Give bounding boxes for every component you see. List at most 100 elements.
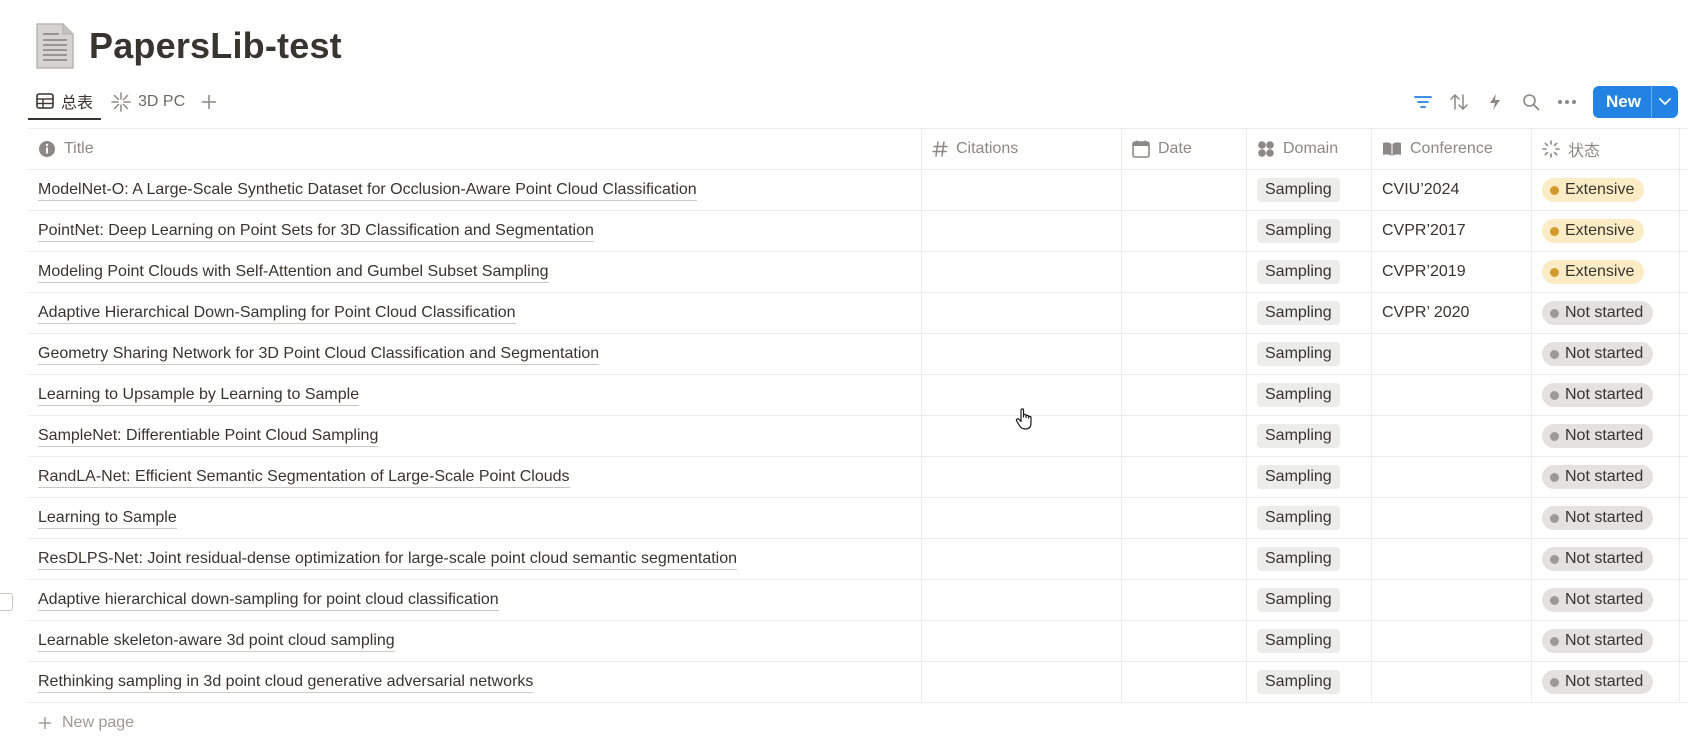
domain-cell[interactable]: Sampling — [1247, 170, 1372, 210]
title-cell[interactable]: Rethinking sampling in 3d point cloud ge… — [28, 662, 922, 702]
date-cell[interactable] — [1122, 539, 1247, 579]
table-row[interactable]: Learning to Upsample by Learning to Samp… — [28, 375, 1688, 416]
domain-cell[interactable]: Sampling — [1247, 293, 1372, 333]
paper-title-link[interactable]: Modeling Point Clouds with Self-Attentio… — [38, 262, 549, 283]
conference-cell[interactable] — [1372, 580, 1532, 620]
column-header-title[interactable]: Title — [28, 129, 922, 169]
date-cell[interactable] — [1122, 293, 1247, 333]
domain-cell[interactable]: Sampling — [1247, 498, 1372, 538]
more-options-button[interactable] — [1549, 86, 1585, 118]
paper-title-link[interactable]: Adaptive hierarchical down-sampling for … — [38, 590, 499, 611]
automation-button[interactable] — [1477, 86, 1513, 118]
date-cell[interactable] — [1122, 457, 1247, 497]
citations-cell[interactable] — [922, 662, 1122, 702]
conference-cell[interactable]: CVPR’ 2020 — [1372, 293, 1532, 333]
domain-cell[interactable]: Sampling — [1247, 375, 1372, 415]
domain-cell[interactable]: Sampling — [1247, 662, 1372, 702]
table-row[interactable]: Modeling Point Clouds with Self-Attentio… — [28, 252, 1688, 293]
table-row[interactable]: Adaptive hierarchical down-sampling for … — [28, 580, 1688, 621]
title-cell[interactable]: Adaptive Hierarchical Down-Sampling for … — [28, 293, 922, 333]
status-cell[interactable]: Not started — [1532, 416, 1680, 456]
row-select-checkbox[interactable] — [0, 593, 13, 611]
status-cell[interactable]: Not started — [1532, 375, 1680, 415]
paper-title-link[interactable]: RandLA-Net: Efficient Semantic Segmentat… — [38, 467, 570, 488]
date-cell[interactable] — [1122, 334, 1247, 374]
table-row[interactable]: Learning to Sample Sampling Not started — [28, 498, 1688, 539]
title-cell[interactable]: ResDLPS-Net: Joint residual-dense optimi… — [28, 539, 922, 579]
citations-cell[interactable] — [922, 170, 1122, 210]
conference-cell[interactable]: CVPR’2017 — [1372, 211, 1532, 251]
table-row[interactable]: RandLA-Net: Efficient Semantic Segmentat… — [28, 457, 1688, 498]
add-view-button[interactable] — [195, 84, 223, 120]
domain-cell[interactable]: Sampling — [1247, 416, 1372, 456]
paper-title-link[interactable]: SampleNet: Differentiable Point Cloud Sa… — [38, 426, 379, 447]
conference-cell[interactable]: CVIU’2024 — [1372, 170, 1532, 210]
conference-cell[interactable] — [1372, 457, 1532, 497]
paper-title-link[interactable]: ModelNet-O: A Large-Scale Synthetic Data… — [38, 180, 697, 201]
table-row[interactable]: ResDLPS-Net: Joint residual-dense optimi… — [28, 539, 1688, 580]
status-cell[interactable]: Not started — [1532, 293, 1680, 333]
column-header-domain[interactable]: Domain — [1247, 129, 1372, 169]
new-page-button[interactable]: New page — [28, 703, 1688, 743]
paper-title-link[interactable]: PointNet: Deep Learning on Point Sets fo… — [38, 221, 594, 242]
paper-title-link[interactable]: Learning to Sample — [38, 508, 177, 529]
page-title[interactable]: PapersLib-test — [89, 25, 342, 67]
title-cell[interactable]: RandLA-Net: Efficient Semantic Segmentat… — [28, 457, 922, 497]
status-cell[interactable]: Extensive — [1532, 170, 1680, 210]
date-cell[interactable] — [1122, 580, 1247, 620]
citations-cell[interactable] — [922, 539, 1122, 579]
conference-cell[interactable] — [1372, 334, 1532, 374]
citations-cell[interactable] — [922, 211, 1122, 251]
document-icon[interactable] — [35, 22, 75, 70]
conference-cell[interactable] — [1372, 621, 1532, 661]
domain-cell[interactable]: Sampling — [1247, 334, 1372, 374]
date-cell[interactable] — [1122, 375, 1247, 415]
status-cell[interactable]: Extensive — [1532, 252, 1680, 292]
conference-cell[interactable] — [1372, 662, 1532, 702]
new-options-button[interactable] — [1651, 86, 1678, 118]
paper-title-link[interactable]: Learnable skeleton-aware 3d point cloud … — [38, 631, 395, 652]
domain-cell[interactable]: Sampling — [1247, 211, 1372, 251]
table-row[interactable]: SampleNet: Differentiable Point Cloud Sa… — [28, 416, 1688, 457]
status-cell[interactable]: Not started — [1532, 662, 1680, 702]
table-row[interactable]: Geometry Sharing Network for 3D Point Cl… — [28, 334, 1688, 375]
citations-cell[interactable] — [922, 252, 1122, 292]
citations-cell[interactable] — [922, 457, 1122, 497]
title-cell[interactable]: Learning to Upsample by Learning to Samp… — [28, 375, 922, 415]
title-cell[interactable]: SampleNet: Differentiable Point Cloud Sa… — [28, 416, 922, 456]
citations-cell[interactable] — [922, 621, 1122, 661]
conference-cell[interactable]: CVPR’2019 — [1372, 252, 1532, 292]
title-cell[interactable]: Adaptive hierarchical down-sampling for … — [28, 580, 922, 620]
status-cell[interactable]: Not started — [1532, 580, 1680, 620]
column-header-citations[interactable]: Citations — [922, 129, 1122, 169]
filter-button[interactable] — [1405, 86, 1441, 118]
table-row[interactable]: ModelNet-O: A Large-Scale Synthetic Data… — [28, 170, 1688, 211]
table-row[interactable]: PointNet: Deep Learning on Point Sets fo… — [28, 211, 1688, 252]
sort-button[interactable] — [1441, 86, 1477, 118]
citations-cell[interactable] — [922, 293, 1122, 333]
status-cell[interactable]: Not started — [1532, 621, 1680, 661]
title-cell[interactable]: ModelNet-O: A Large-Scale Synthetic Data… — [28, 170, 922, 210]
new-button[interactable]: New — [1593, 86, 1678, 118]
date-cell[interactable] — [1122, 252, 1247, 292]
paper-title-link[interactable]: Adaptive Hierarchical Down-Sampling for … — [38, 303, 516, 324]
citations-cell[interactable] — [922, 334, 1122, 374]
date-cell[interactable] — [1122, 498, 1247, 538]
column-header-date[interactable]: Date — [1122, 129, 1247, 169]
date-cell[interactable] — [1122, 416, 1247, 456]
status-cell[interactable]: Not started — [1532, 457, 1680, 497]
paper-title-link[interactable]: Geometry Sharing Network for 3D Point Cl… — [38, 344, 600, 365]
date-cell[interactable] — [1122, 170, 1247, 210]
date-cell[interactable] — [1122, 211, 1247, 251]
table-row[interactable]: Rethinking sampling in 3d point cloud ge… — [28, 662, 1688, 703]
title-cell[interactable]: Modeling Point Clouds with Self-Attentio… — [28, 252, 922, 292]
domain-cell[interactable]: Sampling — [1247, 252, 1372, 292]
domain-cell[interactable]: Sampling — [1247, 621, 1372, 661]
search-button[interactable] — [1513, 86, 1549, 118]
date-cell[interactable] — [1122, 621, 1247, 661]
paper-title-link[interactable]: Rethinking sampling in 3d point cloud ge… — [38, 672, 534, 693]
title-cell[interactable]: Geometry Sharing Network for 3D Point Cl… — [28, 334, 922, 374]
column-header-conference[interactable]: Conference — [1372, 129, 1532, 169]
table-row[interactable]: Adaptive Hierarchical Down-Sampling for … — [28, 293, 1688, 334]
title-cell[interactable]: PointNet: Deep Learning on Point Sets fo… — [28, 211, 922, 251]
